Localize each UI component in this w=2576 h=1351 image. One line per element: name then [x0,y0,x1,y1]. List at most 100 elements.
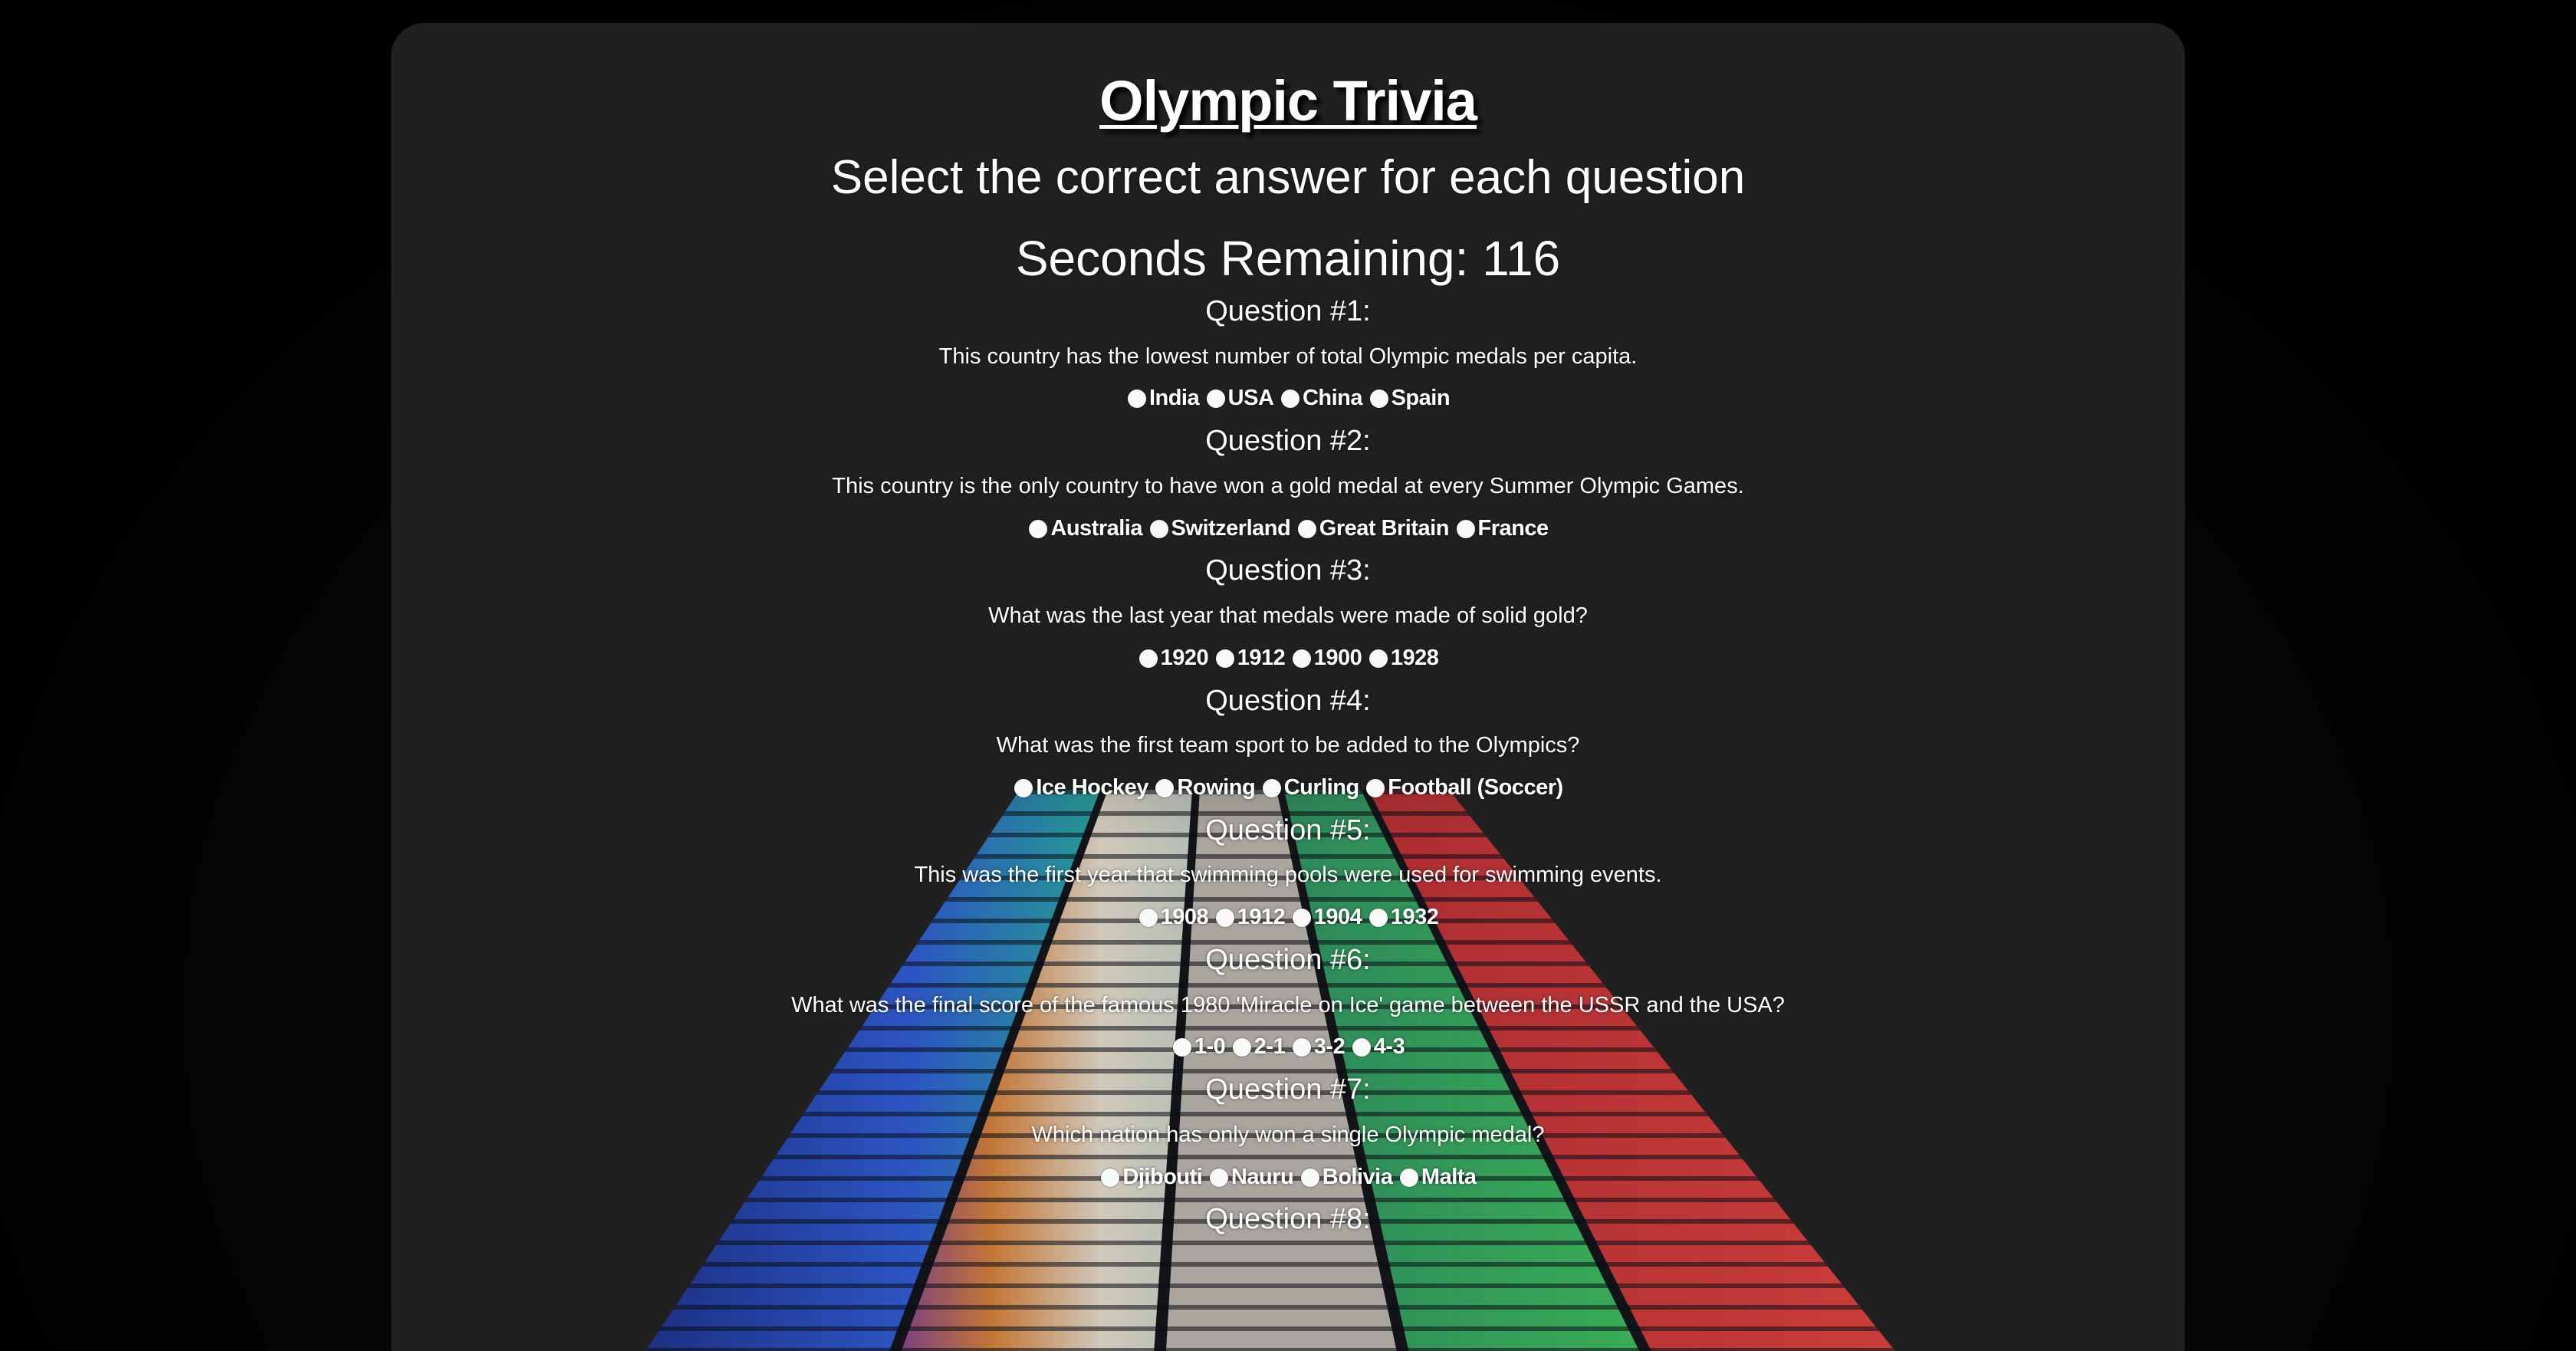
radio-button[interactable] [1262,778,1281,797]
answer-label: Bolivia [1322,1164,1393,1189]
answer-option[interactable]: Rowing [1154,774,1256,801]
answer-label: Ice Hockey [1036,774,1148,800]
answer-option[interactable]: Malta [1398,1164,1477,1191]
radio-button[interactable] [1368,909,1388,928]
answer-option[interactable]: 3-2 [1291,1034,1346,1060]
answer-option[interactable]: Curling [1261,774,1359,801]
question-text: What was the first team sport to be adde… [996,733,1580,758]
answer-option[interactable]: 1928 [1368,645,1439,672]
answer-label: China [1302,386,1363,411]
answer-option[interactable]: Spain [1368,385,1451,412]
answer-option[interactable]: 1900 [1291,645,1362,672]
question-text: This country is the only country to have… [832,473,1744,498]
answer-options: Djibouti Nauru Bolivia Malta [391,1164,2185,1191]
radio-button[interactable] [1369,390,1388,409]
answer-label: 3-2 [1313,1034,1346,1060]
answer-option[interactable]: 1912 [1214,645,1286,672]
answer-label: 1900 [1313,645,1362,670]
question-1: Question #1: This country has the lowest… [391,294,2185,412]
radio-button[interactable] [1297,519,1316,538]
answer-option[interactable]: 1904 [1291,904,1362,931]
question-7: Question #7: Which nation has only won a… [391,1073,2185,1190]
radio-button[interactable] [1352,1038,1371,1057]
page-title: Olympic Trivia [1099,69,1477,133]
answer-label: 1932 [1390,905,1439,930]
question-text: What was the last year that medals were … [988,603,1588,628]
answer-option[interactable]: 2-1 [1231,1034,1286,1060]
answer-options: 1920 1912 1900 1928 [391,645,2185,672]
question-heading: Question #6: [1205,943,1371,976]
answer-option[interactable]: Football (Soccer) [1365,774,1563,801]
answer-option[interactable]: Djibouti [1099,1164,1203,1191]
answer-option[interactable]: 1908 [1138,904,1209,931]
trivia-content: Olympic Trivia Select the correct answer… [391,23,2185,1238]
question-heading: Question #7: [1205,1073,1371,1106]
radio-button[interactable] [1101,1168,1120,1187]
answer-option[interactable]: Australia [1027,515,1142,542]
radio-button[interactable] [1014,778,1033,797]
answer-option[interactable]: Bolivia [1300,1164,1393,1191]
radio-button[interactable] [1172,1038,1191,1057]
instructions-subtitle: Select the correct answer for each quest… [830,150,1746,204]
radio-button[interactable] [1292,1038,1311,1057]
answer-label: Spain [1391,386,1451,411]
question-heading: Question #2: [1205,425,1371,458]
answer-label: Great Britain [1319,515,1450,541]
question-4: Question #4: What was the first team spo… [391,684,2185,801]
answer-option[interactable]: 1932 [1368,904,1439,931]
radio-button[interactable] [1138,909,1158,928]
answer-label: 1912 [1237,905,1286,930]
question-8: Question #8: [391,1202,2185,1238]
radio-button[interactable] [1215,649,1234,668]
radio-button[interactable] [1368,649,1388,668]
radio-button[interactable] [1232,1038,1251,1057]
radio-button[interactable] [1215,909,1234,928]
radio-button[interactable] [1366,778,1385,797]
radio-button[interactable] [1209,1168,1228,1187]
countdown-timer: Seconds Remaining: 116 [1015,231,1561,287]
answer-label: Rowing [1177,774,1256,800]
answer-option[interactable]: 1-0 [1171,1034,1226,1060]
answer-label: 4-3 [1373,1034,1405,1060]
radio-button[interactable] [1127,390,1146,409]
question-heading: Question #8: [1205,1203,1371,1236]
answer-options: India USA China Spain [391,385,2185,412]
answer-option[interactable]: USA [1205,385,1274,412]
answer-option[interactable]: 1912 [1214,904,1286,931]
answer-label: Australia [1050,515,1142,541]
answer-label: Switzerland [1171,515,1291,541]
answer-option[interactable]: Great Britain [1296,515,1449,542]
answer-label: 1920 [1160,645,1209,670]
radio-button[interactable] [1155,778,1175,797]
answer-option[interactable]: Ice Hockey [1013,774,1148,801]
answer-option[interactable]: Nauru [1208,1164,1294,1191]
answer-option[interactable]: 4-3 [1351,1034,1405,1060]
radio-button[interactable] [1138,649,1158,668]
question-text: Which nation has only won a single Olymp… [1031,1122,1545,1147]
radio-button[interactable] [1399,1168,1418,1187]
answer-option[interactable]: India [1126,385,1200,412]
answer-label: USA [1227,386,1274,411]
radio-button[interactable] [1456,519,1475,538]
question-text: This was the first year that swimming po… [914,863,1662,888]
question-heading: Question #4: [1205,684,1371,717]
question-text: What was the final score of the famous 1… [791,992,1785,1017]
radio-button[interactable] [1029,519,1048,538]
answer-option[interactable]: China [1280,385,1363,412]
radio-button[interactable] [1292,909,1311,928]
answer-label: Football (Soccer) [1388,774,1563,800]
question-heading: Question #3: [1205,554,1371,587]
radio-button[interactable] [1292,649,1311,668]
answer-label: Djibouti [1122,1164,1203,1189]
radio-button[interactable] [1280,390,1300,409]
answer-options: Australia Switzerland Great Britain Fran… [391,515,2185,542]
answer-label: 2-1 [1254,1034,1286,1060]
radio-button[interactable] [1206,390,1225,409]
radio-button[interactable] [1300,1168,1319,1187]
answer-label: 1928 [1390,645,1439,670]
radio-button[interactable] [1149,519,1168,538]
answer-option[interactable]: 1920 [1138,645,1209,672]
answer-label: India [1148,386,1200,411]
answer-option[interactable]: Switzerland [1148,515,1291,542]
answer-option[interactable]: France [1455,515,1549,542]
